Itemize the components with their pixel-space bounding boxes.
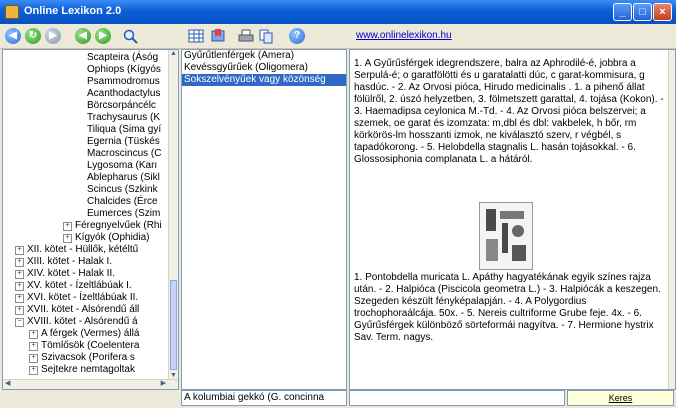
tree-node-label: XII. kötet - Hüllők, kétéltű [27, 244, 139, 255]
tree-pane: Scapteira (Ásóg Ophiops (Kígyós Psammodr… [2, 49, 179, 390]
tree-item[interactable]: Ophiops (Kígyós [87, 64, 161, 76]
tree-item[interactable]: Eumerces (Szim [87, 208, 160, 220]
tree-item[interactable]: Tiliqua (Sima gyí [87, 124, 161, 136]
tree-item[interactable]: Scapteira (Ásóg [87, 52, 158, 64]
minimize-button[interactable]: _ [613, 3, 632, 21]
tree-node-label: XVI. kötet - Ízeltlábúak II. [27, 292, 139, 303]
expand-icon[interactable]: + [29, 354, 38, 363]
tree-node[interactable]: + Tömlősök (Coelentera [29, 340, 139, 352]
list-item[interactable]: Kevéssgyűrűek (Oligomera) [182, 62, 346, 74]
tree-node[interactable]: + A férgek (Vermes) állá [29, 328, 139, 340]
forward-icon[interactable]: ▶ [44, 27, 62, 45]
copy-icon[interactable] [257, 27, 275, 45]
tree-node-label: XVII. kötet - Alsórendű áll [27, 304, 140, 315]
expand-icon[interactable]: + [15, 246, 24, 255]
tree-item[interactable]: Acanthodactylus [87, 88, 160, 100]
toolbar: ◀ ↻ ▶ ◀ ▶ ? www.onlinelexikon.hu [0, 24, 676, 49]
scroll-thumb[interactable] [170, 280, 177, 370]
tree-node[interactable]: − XVIII. kötet - Alsórendű á [15, 316, 138, 328]
bookmark-icon[interactable] [209, 27, 227, 45]
print-icon[interactable] [237, 27, 255, 45]
next-green-icon[interactable]: ▶ [94, 27, 112, 45]
article-paragraph-2: 1. Pontobdella muricata L. Apáthy hagyat… [354, 272, 661, 343]
tree-item[interactable]: Chalcides (Érce [87, 196, 158, 208]
scroll-right-icon[interactable]: ▶ [161, 380, 166, 388]
tree-node-label: Szivacsok (Porifera s [41, 352, 135, 363]
collapse-icon[interactable]: − [15, 318, 24, 327]
tree-node[interactable]: + XII. kötet - Hüllők, kétéltű [15, 244, 138, 256]
website-link[interactable]: www.onlinelexikon.hu [356, 30, 452, 41]
subtopic-list: Gyűrűtlenférgek (Amera) Kevéssgyűrűek (O… [181, 49, 347, 390]
tree-node[interactable]: + Féregnyelvűek (Rhi [63, 220, 162, 232]
expand-icon[interactable]: + [15, 282, 24, 291]
expand-icon[interactable]: + [15, 306, 24, 315]
search-button[interactable]: Keres [567, 390, 674, 406]
tree-node[interactable]: + XVI. kötet - Ízeltlábúak II. [15, 292, 138, 304]
tree-node-label: A férgek (Vermes) állá [41, 328, 140, 339]
expand-icon[interactable]: + [15, 294, 24, 303]
search-magnifier-icon[interactable] [121, 27, 139, 45]
article-pane: 1. A Gyűrűsférgek idegrendszere, balra a… [349, 49, 676, 390]
expand-icon[interactable]: + [29, 330, 38, 339]
expand-icon[interactable]: + [15, 270, 24, 279]
tree-node-label: XV. kötet - Ízeltlábúak I. [27, 280, 132, 291]
tree-node-label: XIV. kötet - Halak II. [27, 268, 116, 279]
tree-item[interactable]: Psammodromus [87, 76, 160, 88]
tree-item[interactable]: Ablepharus (Sikl [87, 172, 160, 184]
article-vertical-scrollbar[interactable] [668, 50, 675, 389]
tree-node-label: Kígyók (Ophidia) [75, 232, 150, 243]
expand-icon[interactable]: + [63, 222, 72, 231]
expand-icon[interactable]: + [29, 366, 38, 375]
tree-node-label: XIII. kötet - Halak I. [27, 256, 113, 267]
scroll-up-icon[interactable]: ▲ [170, 50, 177, 58]
maximize-button[interactable]: □ [633, 3, 652, 21]
tree-node[interactable]: + Kígyók (Ophidia) [63, 232, 149, 244]
title-bar: Online Lexikon 2.0 _ □ × [0, 0, 676, 24]
tree-node[interactable]: + XVII. kötet - Alsórendű áll [15, 304, 139, 316]
tree-node[interactable]: + XV. kötet - Ízeltlábúak I. [15, 280, 132, 292]
article-paragraph-1: 1. A Gyűrűsférgek idegrendszere, balra a… [354, 58, 664, 165]
tree-node-label: Tömlősök (Coelentera [41, 340, 140, 351]
tree-node[interactable]: + XIV. kötet - Halak II. [15, 268, 115, 280]
expand-icon[interactable]: + [29, 342, 38, 351]
tree-vertical-scrollbar[interactable]: ▲ ▼ [168, 50, 178, 380]
reload-icon[interactable]: ↻ [24, 27, 42, 45]
tree-item[interactable]: Lygosoma (Karı [87, 160, 157, 172]
tree-node[interactable]: + Szivacsok (Porifera s [29, 352, 135, 364]
expand-icon[interactable]: + [15, 258, 24, 267]
table-icon[interactable] [187, 27, 205, 45]
back-icon[interactable]: ◀ [4, 27, 22, 45]
illustration-plate-image[interactable] [479, 202, 533, 270]
search-input[interactable] [349, 390, 565, 406]
tree-horizontal-scrollbar[interactable]: ◀ ▶ [3, 379, 178, 389]
window-title: Online Lexikon 2.0 [24, 5, 122, 17]
tree-node-label: Sejtekre nemtagoltak [41, 364, 135, 375]
tree-item[interactable]: Scincus (Szkink [87, 184, 158, 196]
help-icon[interactable]: ? [288, 27, 306, 45]
tree-item[interactable]: Egernia (Tüskés [87, 136, 160, 148]
tree-node-label: XVIII. kötet - Alsórendű á [27, 316, 138, 327]
tree-node-label: Féregnyelvűek (Rhi [75, 220, 162, 231]
prev-green-icon[interactable]: ◀ [74, 27, 92, 45]
app-book-icon [5, 5, 19, 19]
tree-item[interactable]: Trachysaurus (K [87, 112, 160, 124]
tree-item[interactable]: Börcsorpáncélc [87, 100, 156, 112]
scroll-left-icon[interactable]: ◀ [5, 380, 10, 388]
expand-icon[interactable]: + [63, 234, 72, 243]
tree-item[interactable]: Macroscincus (C [87, 148, 161, 160]
list-item[interactable]: Gyűrűtlenférgek (Amera) [182, 50, 346, 62]
tree-node[interactable]: + XIII. kötet - Halak I. [15, 256, 112, 268]
close-button[interactable]: × [653, 3, 672, 21]
current-entry-field[interactable]: A kolumbiai gekkó (G. concinna [181, 390, 347, 406]
list-item-selected[interactable]: Sokszelvényűek vagy közönség [182, 74, 346, 86]
tree-node[interactable]: + Sejtekre nemtagoltak [29, 364, 135, 376]
